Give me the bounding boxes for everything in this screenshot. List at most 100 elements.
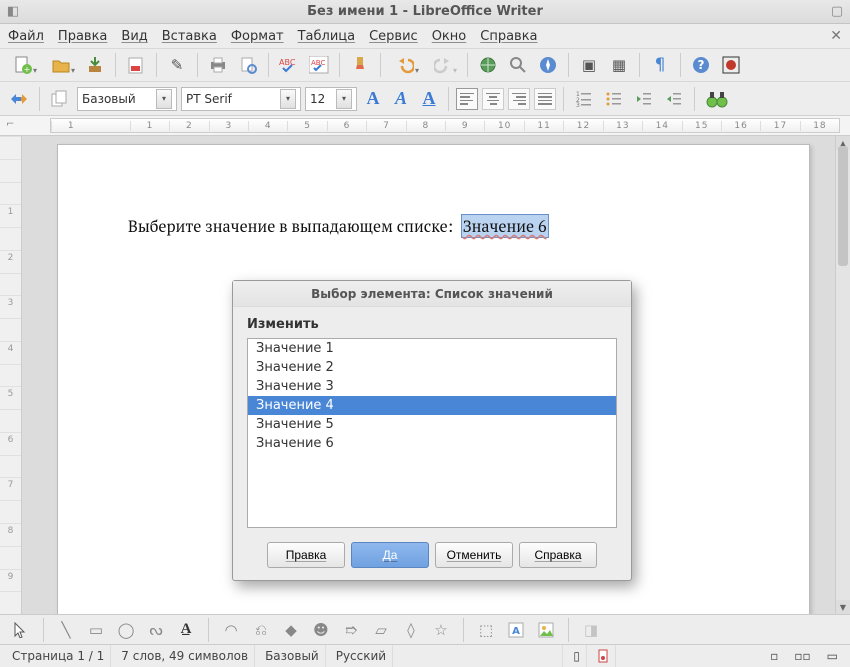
menu-format[interactable]: Формат <box>231 29 284 44</box>
help-button[interactable]: ? <box>688 52 714 78</box>
dropdown-field[interactable]: Значение 6 <box>461 214 549 238</box>
fontwork-tool[interactable]: A <box>505 619 527 641</box>
menu-tools[interactable]: Сервис <box>369 29 418 44</box>
spellcheck-button[interactable]: ABC <box>276 52 302 78</box>
increase-indent-button[interactable] <box>661 86 687 112</box>
status-selection-mode[interactable]: ▯ <box>567 645 587 667</box>
from-file-tool[interactable] <box>535 619 557 641</box>
curve-tool[interactable]: ◠ <box>220 619 242 641</box>
listbox-option[interactable]: Значение 4 <box>248 396 616 415</box>
status-view-single[interactable]: ▫ <box>764 645 784 667</box>
numbered-list-button[interactable]: 123 <box>571 86 597 112</box>
rectangle-tool[interactable]: ▭ <box>85 619 107 641</box>
redo-button[interactable] <box>426 52 460 78</box>
menu-table[interactable]: Таблица <box>298 29 356 44</box>
save-button[interactable] <box>82 52 108 78</box>
arrow-shapes-tool[interactable]: ➱ <box>340 619 362 641</box>
window-maximize-icon[interactable]: ▢ <box>830 4 844 19</box>
auto-spellcheck-button[interactable]: ABC <box>306 52 332 78</box>
listbox-option[interactable]: Значение 3 <box>248 377 616 396</box>
underline-button[interactable]: A <box>417 87 441 111</box>
connector-tool[interactable]: ⎌ <box>250 619 272 641</box>
menu-edit[interactable]: Правка <box>58 29 107 44</box>
dialog-cancel-button[interactable]: Отменить <box>435 542 513 568</box>
document-close-icon[interactable]: ✕ <box>830 28 842 44</box>
status-wordcount[interactable]: 7 слов, 49 символов <box>115 645 255 667</box>
listbox-option[interactable]: Значение 1 <box>248 339 616 358</box>
menu-insert[interactable]: Вставка <box>162 29 217 44</box>
print-preview-button[interactable] <box>235 52 261 78</box>
print-button[interactable] <box>205 52 231 78</box>
line-tool[interactable]: ╲ <box>55 619 77 641</box>
nonprinting-chars-button[interactable]: ¶ <box>647 52 673 78</box>
ruler-tick: 15 <box>682 121 721 131</box>
find-replace-button[interactable] <box>505 52 531 78</box>
listbox-option[interactable]: Значение 5 <box>248 415 616 434</box>
undo-button[interactable] <box>388 52 422 78</box>
callout-tool[interactable]: ◊ <box>400 619 422 641</box>
status-language[interactable]: Русский <box>330 645 393 667</box>
dialog-help-button[interactable]: Справка <box>519 542 597 568</box>
align-justify-button[interactable] <box>534 88 556 110</box>
textbox-tool[interactable]: A̲ <box>175 619 197 641</box>
status-style[interactable]: Базовый <box>259 645 326 667</box>
vertical-scrollbar[interactable]: ▲ ▼ <box>835 136 850 614</box>
symbol-shapes-tool[interactable]: ☻ <box>310 619 332 641</box>
vruler-tick: 5 <box>0 386 21 409</box>
align-left-button[interactable] <box>456 88 478 110</box>
ruler-tick: 5 <box>287 121 326 131</box>
gallery-button[interactable]: ▣ <box>576 52 602 78</box>
basic-shapes-tool[interactable]: ◆ <box>280 619 302 641</box>
status-insert-mode[interactable] <box>541 645 563 667</box>
italic-button[interactable]: A <box>389 87 413 111</box>
decrease-indent-button[interactable] <box>631 86 657 112</box>
align-center-button[interactable] <box>482 88 504 110</box>
font-name-combo[interactable]: PT Serif ▾ <box>181 87 301 111</box>
extrusion-tool[interactable]: ◨ <box>580 619 602 641</box>
vruler-tick <box>0 182 21 205</box>
flowchart-tool[interactable]: ▱ <box>370 619 392 641</box>
listbox-option[interactable]: Значение 2 <box>248 358 616 377</box>
scroll-thumb[interactable] <box>838 146 848 266</box>
navigator-button[interactable] <box>535 52 561 78</box>
status-page[interactable]: Страница 1 / 1 <box>6 645 111 667</box>
values-listbox[interactable]: Значение 1Значение 2Значение 3Значение 4… <box>247 338 617 528</box>
svg-text:3: 3 <box>576 102 580 108</box>
edit-mode-button[interactable]: ✎ <box>164 52 190 78</box>
freeform-tool[interactable]: ᔓ <box>145 619 167 641</box>
window-menu-icon[interactable]: ◧ <box>6 4 20 19</box>
record-icon <box>722 56 740 74</box>
ellipse-tool[interactable]: ◯ <box>115 619 137 641</box>
new-doc-button[interactable]: + <box>6 52 40 78</box>
status-signature[interactable] <box>591 645 616 667</box>
bold-button[interactable]: A <box>361 87 385 111</box>
hyperlink-button[interactable] <box>475 52 501 78</box>
data-sources-button[interactable]: ▦ <box>606 52 632 78</box>
stars-tool[interactable]: ☆ <box>430 619 452 641</box>
styles-button[interactable] <box>47 86 73 112</box>
menu-file[interactable]: Файл <box>8 29 44 44</box>
record-macro-button[interactable] <box>718 52 744 78</box>
find-toolbar-button[interactable] <box>702 86 732 112</box>
menu-view[interactable]: Вид <box>121 29 147 44</box>
sidebar-toggle-button[interactable] <box>6 86 32 112</box>
vertical-ruler[interactable]: 123456789 <box>0 136 22 614</box>
export-pdf-button[interactable] <box>123 52 149 78</box>
font-size-combo[interactable]: 12 ▾ <box>305 87 357 111</box>
dialog-ok-button[interactable]: Да <box>351 542 429 568</box>
points-tool[interactable]: ⬚ <box>475 619 497 641</box>
scroll-down-icon[interactable]: ▼ <box>836 600 850 614</box>
dialog-edit-button[interactable]: Правка <box>267 542 345 568</box>
menu-window[interactable]: Окно <box>432 29 467 44</box>
paragraph-style-combo[interactable]: Базовый ▾ <box>77 87 177 111</box>
format-paintbrush-button[interactable] <box>347 52 373 78</box>
status-view-book[interactable]: ▭ <box>821 645 844 667</box>
align-right-button[interactable] <box>508 88 530 110</box>
menu-help[interactable]: Справка <box>480 29 537 44</box>
listbox-option[interactable]: Значение 6 <box>248 434 616 453</box>
horizontal-ruler[interactable]: ⌐ 1123456789101112131415161718 <box>0 116 850 136</box>
bulleted-list-button[interactable] <box>601 86 627 112</box>
select-tool[interactable] <box>10 619 32 641</box>
open-doc-button[interactable] <box>44 52 78 78</box>
status-view-multi[interactable]: ▫▫ <box>788 645 816 667</box>
